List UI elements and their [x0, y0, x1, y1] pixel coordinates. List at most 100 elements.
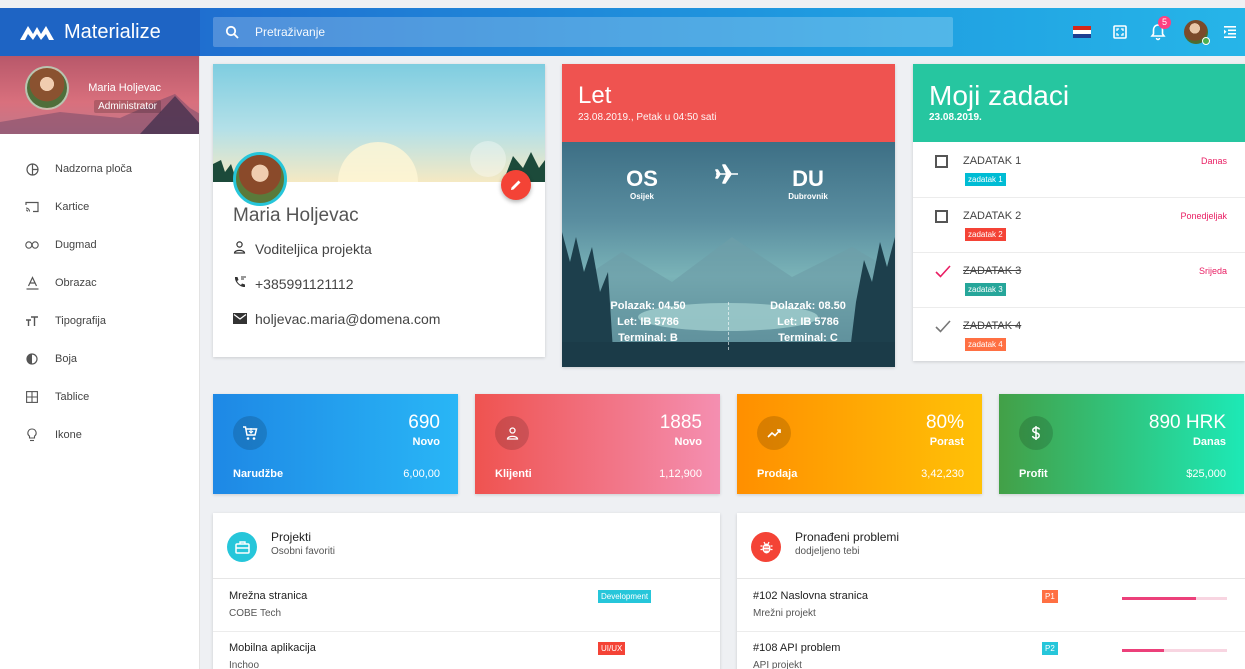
sidebar-item-label: Nadzorna ploča [55, 163, 133, 175]
arrival-terminal: Terminal: C [778, 332, 838, 344]
issue-project: Mrežni projekt [753, 608, 816, 619]
sidebar-item-buttons[interactable]: Dugmad [0, 226, 199, 264]
task-row[interactable]: ZADATAK 1 zadatak 1 Danas [913, 143, 1245, 198]
issue-title: #102 Naslovna stranica [753, 590, 868, 602]
flight-card: Let 23.08.2019., Petak u 04:50 sati OS O… [562, 64, 895, 367]
materialize-logo-icon [20, 26, 54, 40]
dollar-icon [1019, 416, 1053, 450]
profile-email[interactable]: holjevac.maria@domena.com [255, 311, 440, 327]
profile-avatar[interactable] [233, 152, 287, 206]
contrast-icon [25, 352, 39, 366]
trending-up-icon [757, 416, 791, 450]
stat-amount: $25,000 [1186, 468, 1226, 480]
stat-amount: 1,12,900 [659, 468, 702, 480]
projects-subtitle: Osobni favoriti [271, 546, 335, 557]
profile-card: Maria Holjevac Voditeljica projekta +385… [213, 64, 545, 357]
search-input[interactable] [255, 25, 855, 39]
task-row[interactable]: ZADATAK 2 zadatak 2 Ponedjeljak [913, 198, 1245, 253]
airplane-icon [715, 164, 739, 190]
avatar [1184, 20, 1210, 45]
project-tag: Development [598, 590, 652, 603]
croatia-flag-icon [1073, 26, 1091, 38]
issue-progress-bar [1122, 597, 1227, 600]
list-item[interactable]: Mrežna stranica COBE Tech Development [213, 580, 720, 632]
issue-progress-fill [1122, 597, 1196, 600]
stat-amount: 3,42,230 [921, 468, 964, 480]
list-item[interactable]: #108 API problem API projekt P2 [737, 632, 1245, 669]
task-checkbox[interactable] [935, 155, 948, 168]
notifications-button[interactable]: 5 [1139, 8, 1177, 56]
grid-icon [25, 390, 39, 404]
tasks-date: 23.08.2019. [929, 112, 982, 123]
stat-card-profit[interactable]: 890 HRK Danas Profit $25,000 [999, 394, 1244, 494]
brand[interactable]: Materialize [0, 8, 200, 56]
list-item[interactable]: Mobilna aplikacija Inchoo UI/UX [213, 632, 720, 669]
person-icon [495, 416, 529, 450]
flight-subtitle: 23.08.2019., Petak u 04:50 sati [578, 112, 717, 123]
task-checkbox[interactable] [935, 210, 948, 223]
sidebar-item-color[interactable]: Boja [0, 340, 199, 378]
project-company: Inchoo [229, 660, 260, 669]
project-title: Mobilna aplikacija [229, 642, 316, 654]
sidebar-item-icons[interactable]: Ikone [0, 416, 199, 454]
task-row[interactable]: ZADATAK 3 zadatak 3 Srijeda [913, 253, 1245, 308]
profile-job: Voditeljica projekta [255, 241, 372, 257]
arrival-info: Dolazak: 08.50 Let: IB 5786 Terminal: C [758, 298, 858, 346]
check-icon [935, 265, 951, 278]
task-title: ZADATAK 1 [963, 155, 1022, 167]
stat-card-orders[interactable]: 690 Novo Narudžbe 6,00,00 [213, 394, 458, 494]
profile-phone[interactable]: +385991121112 [255, 276, 354, 292]
fullscreen-icon [1113, 25, 1127, 39]
cast-icon [25, 200, 39, 214]
task-title: ZADATAK 4 [963, 320, 1022, 332]
stat-sub: Porast [929, 436, 964, 448]
task-row[interactable]: ZADATAK 4 zadatak 4 [913, 308, 1245, 361]
list-item[interactable]: #102 Naslovna stranica Mrežni projekt P1 [737, 580, 1245, 632]
issue-priority-tag: P1 [1042, 590, 1058, 603]
stat-value: 1885 [659, 412, 702, 433]
tasks-header: Moji zadaci 23.08.2019. [913, 64, 1245, 142]
profile-button[interactable] [1177, 8, 1215, 56]
task-title: ZADATAK 2 [963, 210, 1022, 222]
tasks-card: Moji zadaci 23.08.2019. ZADATAK 1 zadata… [913, 64, 1245, 361]
stat-card-clients[interactable]: 1885 Novo Klijenti 1,12,900 [475, 394, 720, 494]
stat-value: 690 [408, 412, 440, 433]
sidebar-item-tables[interactable]: Tablice [0, 378, 199, 416]
task-checkbox-checked[interactable] [935, 320, 951, 333]
dashboard-icon [25, 162, 39, 176]
task-tag: zadatak 4 [965, 338, 1006, 351]
fullscreen-button[interactable] [1101, 8, 1139, 56]
briefcase-icon [227, 532, 257, 562]
sidebar-item-label: Tablice [55, 391, 90, 403]
sidebar-item-typography[interactable]: Tipografija [0, 302, 199, 340]
chat-toggle-button[interactable] [1215, 8, 1245, 56]
mail-icon [233, 312, 249, 327]
edit-profile-button[interactable] [501, 170, 531, 200]
language-button[interactable] [1063, 8, 1101, 56]
stat-value: 890 HRK [1148, 412, 1226, 433]
search-bar[interactable] [213, 17, 953, 47]
issue-progress-fill [1122, 649, 1164, 652]
departure-terminal: Terminal: B [618, 332, 678, 344]
issues-header: Pronađeni problemi dodjeljeno tebi [737, 513, 1245, 579]
user-name[interactable]: Maria Holjevac [88, 82, 161, 94]
sidebar-item-dashboard[interactable]: Nadzorna ploča [0, 150, 199, 188]
person-outline-icon [233, 241, 249, 257]
text-size-icon [25, 314, 39, 328]
task-due: Danas [1200, 156, 1227, 166]
flight-body: OS Osijek DU Dubrovnik Polazak: 04.50 Le… [562, 142, 895, 367]
sidebar-item-form[interactable]: Obrazac [0, 264, 199, 302]
arrival-city: Dubrovnik [788, 192, 828, 201]
project-tag: UI/UX [598, 642, 626, 655]
projects-header: Projekti Osobni favoriti [213, 513, 720, 579]
arrival-airport: DU Dubrovnik [768, 166, 848, 201]
task-checkbox-checked[interactable] [935, 265, 951, 278]
notifications-badge: 5 [1158, 16, 1171, 29]
user-avatar[interactable] [25, 66, 69, 110]
stat-card-sales[interactable]: 80% Porast Prodaja 3,42,230 [737, 394, 982, 494]
stat-amount: 6,00,00 [403, 468, 440, 480]
task-due: Srijeda [1198, 266, 1227, 276]
cart-icon [233, 416, 267, 450]
sidebar-item-cards[interactable]: Kartice [0, 188, 199, 226]
issue-project: API projekt [753, 660, 802, 669]
